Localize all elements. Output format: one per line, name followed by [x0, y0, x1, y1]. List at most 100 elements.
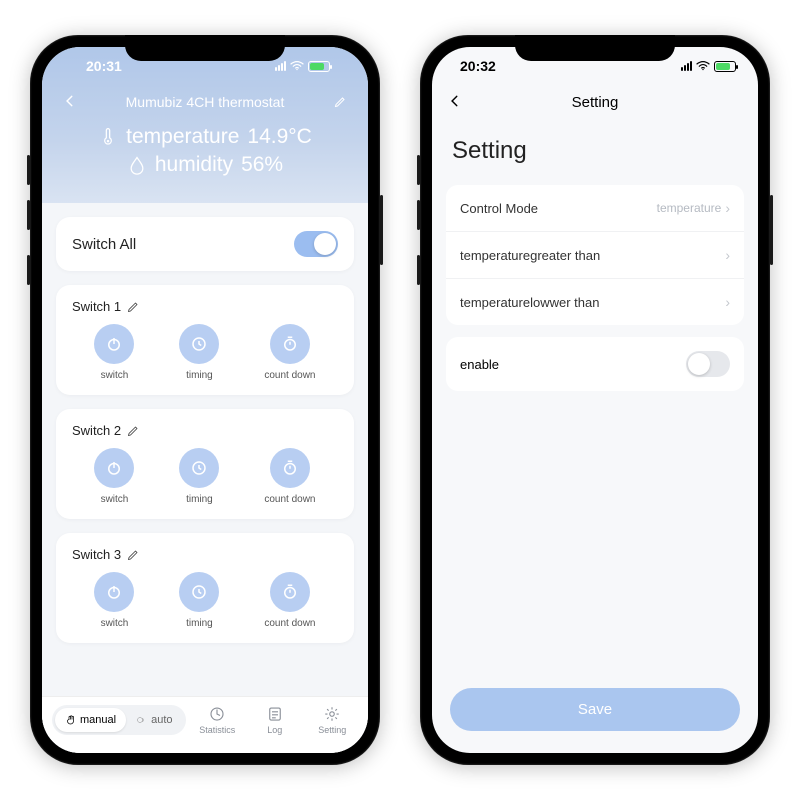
- mode-manual[interactable]: manual: [55, 708, 126, 732]
- setting-title-small: Setting: [572, 94, 619, 111]
- timer-icon: [281, 459, 299, 477]
- switch-all-label: Switch All: [72, 236, 136, 253]
- edit-button[interactable]: [328, 92, 352, 113]
- countdown-label: count down: [264, 370, 315, 381]
- notch: [125, 35, 285, 61]
- wifi-icon: [696, 61, 710, 71]
- power-icon: [105, 335, 123, 353]
- switch-2-label: Switch 2: [72, 423, 121, 438]
- auto-icon: [136, 714, 148, 726]
- droplet-icon: [127, 155, 147, 175]
- enable-toggle[interactable]: [686, 351, 730, 377]
- switch-3-title: Switch 3: [72, 547, 338, 562]
- save-button[interactable]: Save: [450, 688, 740, 731]
- gear-icon: [323, 705, 341, 723]
- switch-all-card: Switch All: [56, 217, 354, 271]
- screen-setting: 20:32 Setting Setting Control Mode tempe…: [432, 47, 758, 753]
- switch-label: switch: [101, 618, 129, 629]
- nav-setting[interactable]: Setting: [307, 705, 359, 735]
- timing-label: timing: [186, 370, 213, 381]
- nav-label: Log: [267, 725, 282, 735]
- screen-thermostat: 20:31 Mumubiz 4CH thermostat: [42, 47, 368, 753]
- switch-2-title: Switch 2: [72, 423, 338, 438]
- switch-1-countdown[interactable]: count down: [264, 324, 315, 381]
- clock-icon: [190, 335, 208, 353]
- manual-label: manual: [80, 714, 116, 726]
- setting-list: Control Mode temperature› temperaturegre…: [446, 185, 744, 325]
- switch-label: switch: [101, 494, 129, 505]
- temperature-value: 14.9°C: [247, 125, 311, 149]
- status-time: 20:31: [86, 58, 122, 74]
- back-button[interactable]: [58, 92, 82, 113]
- switch-2-countdown[interactable]: count down: [264, 448, 315, 505]
- chevron-right-icon: ›: [725, 247, 730, 263]
- mode-segment: manual auto: [52, 705, 186, 735]
- switch-2-timing[interactable]: timing: [179, 448, 219, 505]
- chevron-right-icon: ›: [725, 294, 730, 310]
- statistics-icon: [208, 705, 226, 723]
- humidity-label: humidity: [155, 153, 233, 177]
- setting-titlebar: Setting: [432, 85, 758, 119]
- signal-icon: [681, 61, 692, 71]
- setting-heading: Setting: [432, 119, 758, 177]
- header-gradient: 20:31 Mumubiz 4CH thermostat: [42, 47, 368, 203]
- title-bar: Mumubiz 4CH thermostat: [58, 85, 352, 119]
- switch-1-title: Switch 1: [72, 299, 338, 314]
- thermometer-icon: [98, 127, 118, 147]
- row-value: temperature: [657, 201, 722, 215]
- pencil-icon[interactable]: [127, 425, 139, 437]
- switch-all-toggle[interactable]: [294, 231, 338, 257]
- scroll-content[interactable]: Switch All Switch 1 switch timing count …: [42, 203, 368, 753]
- pencil-icon[interactable]: [127, 549, 139, 561]
- row-temp-greater[interactable]: temperaturegreater than ›: [446, 232, 744, 279]
- countdown-label: count down: [264, 618, 315, 629]
- timer-icon: [281, 335, 299, 353]
- signal-icon: [275, 61, 286, 71]
- clock-icon: [190, 459, 208, 477]
- countdown-label: count down: [264, 494, 315, 505]
- nav-statistics[interactable]: Statistics: [192, 705, 244, 735]
- battery-icon: [308, 61, 330, 72]
- status-icons: [681, 61, 736, 72]
- humidity-value: 56%: [241, 153, 283, 177]
- phone-right: 20:32 Setting Setting Control Mode tempe…: [420, 35, 770, 765]
- temperature-row: temperature 14.9°C: [58, 125, 352, 149]
- nav-log[interactable]: Log: [249, 705, 301, 735]
- humidity-row: humidity 56%: [58, 153, 352, 177]
- row-enable: enable: [446, 337, 744, 391]
- pencil-icon[interactable]: [127, 301, 139, 313]
- mode-auto[interactable]: auto: [126, 708, 182, 732]
- bottom-bar: manual auto Statistics Log Setting: [42, 696, 368, 753]
- row-temp-lower[interactable]: temperaturelowwer than ›: [446, 279, 744, 325]
- switch-label: switch: [101, 370, 129, 381]
- clock-icon: [190, 583, 208, 601]
- auto-label: auto: [151, 714, 172, 726]
- switch-card-1: Switch 1 switch timing count down: [56, 285, 354, 395]
- chevron-right-icon: ›: [725, 200, 730, 216]
- switch-3-timing[interactable]: timing: [179, 572, 219, 629]
- row-control-mode[interactable]: Control Mode temperature›: [446, 185, 744, 232]
- log-icon: [266, 705, 284, 723]
- power-icon: [105, 583, 123, 601]
- page-title: Mumubiz 4CH thermostat: [126, 94, 285, 110]
- back-button[interactable]: [448, 91, 462, 114]
- temperature-label: temperature: [126, 125, 239, 149]
- switch-3-countdown[interactable]: count down: [264, 572, 315, 629]
- switch-2-power[interactable]: switch: [94, 448, 134, 505]
- save-label: Save: [578, 701, 612, 718]
- sensor-readings: temperature 14.9°C humidity 56%: [58, 125, 352, 177]
- switch-1-timing[interactable]: timing: [179, 324, 219, 381]
- hand-icon: [65, 714, 77, 726]
- status-time: 20:32: [460, 58, 496, 74]
- switch-card-3: Switch 3 switch timing count down: [56, 533, 354, 643]
- notch: [515, 35, 675, 61]
- enable-label: enable: [460, 357, 499, 372]
- status-icons: [275, 61, 330, 72]
- timer-icon: [281, 583, 299, 601]
- switch-1-power[interactable]: switch: [94, 324, 134, 381]
- switch-3-power[interactable]: switch: [94, 572, 134, 629]
- switch-3-label: Switch 3: [72, 547, 121, 562]
- switch-1-label: Switch 1: [72, 299, 121, 314]
- row-label: temperaturelowwer than: [460, 295, 599, 310]
- timing-label: timing: [186, 494, 213, 505]
